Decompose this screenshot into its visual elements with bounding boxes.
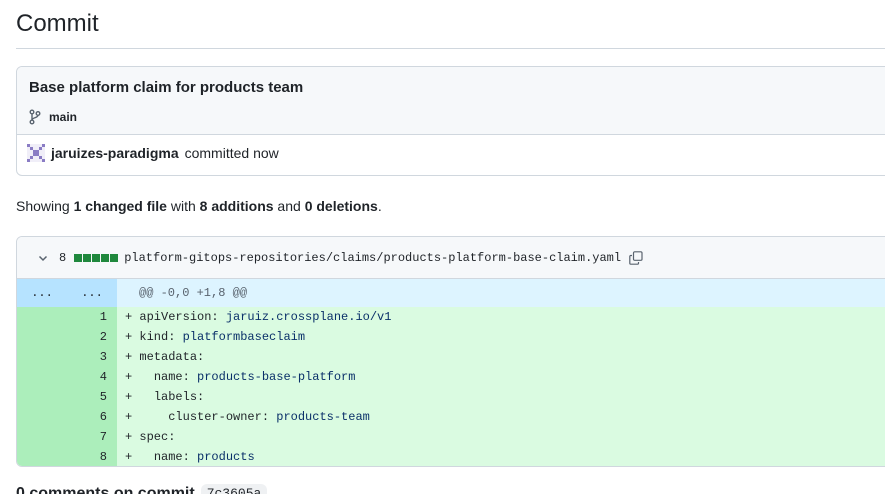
- change-count: 8: [59, 250, 67, 265]
- code-line: + apiVersion: jaruiz.crossplane.io/v1: [125, 310, 391, 324]
- line-sign: +: [125, 310, 140, 324]
- new-line-number[interactable]: 1: [67, 307, 117, 327]
- diff-summary: Showing 1 changed file with 8 additions …: [16, 198, 382, 214]
- summary-suffix: .: [377, 198, 382, 214]
- yaml-value: products: [189, 450, 255, 464]
- line-sign: +: [125, 410, 169, 424]
- chevron-down-icon[interactable]: [37, 252, 49, 264]
- diff-line: 1 + apiVersion: jaruiz.crossplane.io/v1: [17, 307, 885, 327]
- hunk-header-row: ... ... @@ -0,0 +1,8 @@: [17, 279, 885, 307]
- file-header: 8 platform-gitops-repositories/claims/pr…: [17, 237, 885, 279]
- old-line-number[interactable]: [17, 367, 67, 387]
- git-branch-icon: [29, 109, 41, 125]
- commit-meta: jaruizes-paradigma committed now: [27, 144, 279, 162]
- yaml-key: kind:: [139, 330, 176, 344]
- yaml-key: metadata:: [139, 350, 205, 364]
- yaml-value: jaruiz.crossplane.io/v1: [218, 310, 392, 324]
- yaml-value: platformbaseclaim: [175, 330, 306, 344]
- summary-prefix: Showing: [16, 198, 74, 214]
- diff-table: ... ... @@ -0,0 +1,8 @@ 1 + apiVersion: …: [17, 279, 885, 466]
- old-line-number[interactable]: [17, 387, 67, 407]
- old-line-number[interactable]: [17, 427, 67, 447]
- old-line-number[interactable]: [17, 327, 67, 347]
- file-diff: 8 platform-gitops-repositories/claims/pr…: [16, 236, 885, 467]
- diff-line: 2 + kind: platformbaseclaim: [17, 327, 885, 347]
- old-line-number[interactable]: [17, 307, 67, 327]
- comments-heading: 0 comments on commit 7c3605a: [16, 484, 268, 494]
- diff-line: 5 + labels:: [17, 387, 885, 407]
- diffstat-block: [101, 253, 110, 262]
- diff-line: 3 + metadata:: [17, 347, 885, 367]
- summary-files: 1 changed file: [73, 198, 167, 214]
- old-line-number[interactable]: [17, 347, 67, 367]
- expand-up-button[interactable]: ...: [17, 279, 67, 307]
- copy-icon[interactable]: [629, 250, 643, 265]
- diff-line: 8 + name: products: [17, 447, 885, 466]
- page-title: Commit: [16, 10, 99, 37]
- code-line: + name: products: [125, 450, 255, 464]
- new-line-number[interactable]: 5: [67, 387, 117, 407]
- diffstat-bar: [74, 253, 119, 262]
- commit-message: Base platform claim for products team: [29, 79, 304, 96]
- new-line-number[interactable]: 2: [67, 327, 117, 347]
- code-line: + name: products-base-platform: [125, 370, 355, 384]
- code-line: + metadata:: [125, 350, 204, 364]
- yaml-key: spec:: [139, 430, 176, 444]
- diffstat-block: [92, 253, 101, 262]
- hunk-header: @@ -0,0 +1,8 @@: [139, 286, 248, 300]
- branch-name: main: [49, 110, 78, 124]
- diff-line: 6 + cluster-owner: products-team: [17, 407, 885, 427]
- summary-and: and: [273, 198, 305, 214]
- summary-additions: 8 additions: [199, 198, 274, 214]
- commit-sha[interactable]: 7c3605a: [200, 484, 268, 494]
- avatar[interactable]: [27, 144, 45, 162]
- author-link[interactable]: jaruizes-paradigma: [51, 145, 179, 161]
- new-line-number[interactable]: 4: [67, 367, 117, 387]
- new-line-number[interactable]: 8: [67, 447, 117, 466]
- yaml-key: name:: [153, 370, 190, 384]
- diffstat-block: [74, 253, 83, 262]
- line-sign: +: [125, 390, 154, 404]
- diffstat-block: [110, 253, 119, 262]
- diff-line: 4 + name: products-base-platform: [17, 367, 885, 387]
- line-sign: +: [125, 430, 140, 444]
- line-sign: +: [125, 350, 140, 364]
- comments-label: 0 comments on commit: [16, 484, 195, 494]
- summary-with: with: [166, 198, 200, 214]
- new-line-number[interactable]: 6: [67, 407, 117, 427]
- new-line-number[interactable]: 3: [67, 347, 117, 367]
- new-line-number[interactable]: 7: [67, 427, 117, 447]
- line-sign: +: [125, 330, 140, 344]
- commit-box: Base platform claim for products team ma…: [16, 66, 885, 176]
- yaml-key: labels:: [153, 390, 205, 404]
- commit-time: committed now: [184, 145, 279, 161]
- expand-down-button[interactable]: ...: [67, 279, 117, 307]
- commit-header: Base platform claim for products team ma…: [17, 67, 885, 135]
- yaml-value: products-team: [269, 410, 370, 424]
- old-line-number[interactable]: [17, 447, 67, 466]
- code-line: + labels:: [125, 390, 204, 404]
- line-sign: +: [125, 450, 154, 464]
- summary-deletions: 0 deletions: [304, 198, 378, 214]
- yaml-value: products-base-platform: [189, 370, 356, 384]
- code-line: + cluster-owner: products-team: [125, 410, 370, 424]
- old-line-number[interactable]: [17, 407, 67, 427]
- branch-link[interactable]: main: [27, 109, 77, 125]
- file-path-link[interactable]: platform-gitops-repositories/claims/prod…: [124, 251, 621, 265]
- yaml-key: apiVersion:: [139, 310, 219, 324]
- yaml-key: name:: [153, 450, 190, 464]
- code-line: + kind: platformbaseclaim: [125, 330, 305, 344]
- code-line: + spec:: [125, 430, 175, 444]
- title-divider: [16, 48, 885, 49]
- diffstat-block: [83, 253, 92, 262]
- diff-line: 7 + spec:: [17, 427, 885, 447]
- yaml-key: cluster-owner:: [168, 410, 270, 424]
- line-sign: +: [125, 370, 154, 384]
